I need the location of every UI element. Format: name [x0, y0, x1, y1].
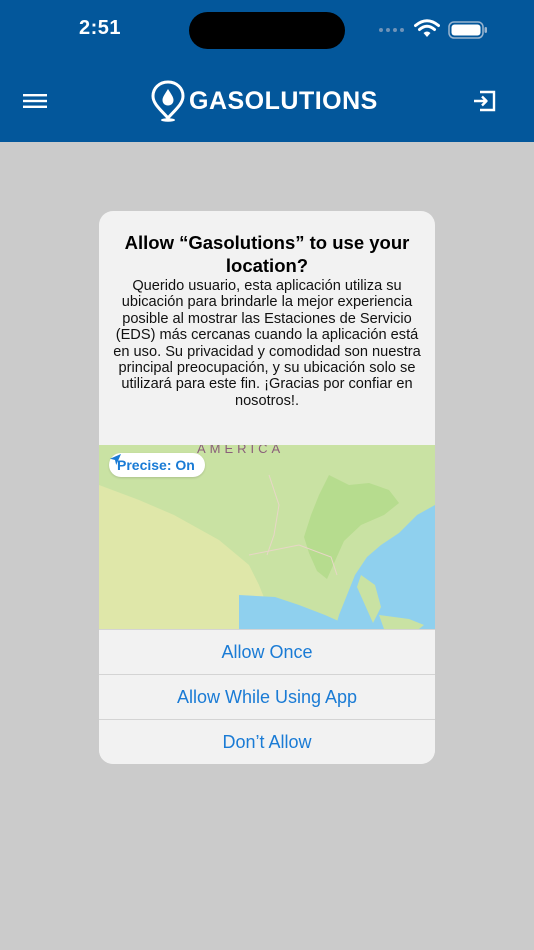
dialog-title: Allow “Gasolutions” to use your location…	[124, 232, 410, 276]
precise-location-toggle[interactable]: Precise: On	[109, 453, 205, 477]
location-arrow-icon	[110, 454, 121, 465]
battery-icon	[448, 21, 487, 39]
signal-dots-icon	[379, 28, 404, 32]
wifi-icon	[414, 19, 440, 37]
allow-once-button[interactable]: Allow Once	[99, 629, 435, 674]
location-permission-dialog: Allow “Gasolutions” to use your location…	[99, 211, 435, 764]
dont-allow-button[interactable]: Don’t Allow	[99, 719, 435, 764]
allow-while-using-button[interactable]: Allow While Using App	[99, 674, 435, 719]
app-header: 2:51 GASOLUTIONS	[0, 0, 534, 142]
map-region-label: AMERICA	[197, 445, 285, 456]
status-time: 2:51	[79, 17, 122, 39]
dialog-message: Querido usuario, esta aplicación utiliza…	[113, 278, 421, 409]
location-map: AMERICA Precise: On	[99, 445, 435, 629]
location-drop-icon	[151, 80, 185, 122]
brand-logo: GASOLUTIONS	[151, 80, 378, 122]
dynamic-island	[189, 12, 345, 49]
logout-icon[interactable]	[471, 90, 497, 112]
brand-name: GASOLUTIONS	[189, 86, 378, 115]
precise-label: Precise: On	[117, 457, 195, 473]
hamburger-menu-icon[interactable]	[23, 93, 47, 109]
